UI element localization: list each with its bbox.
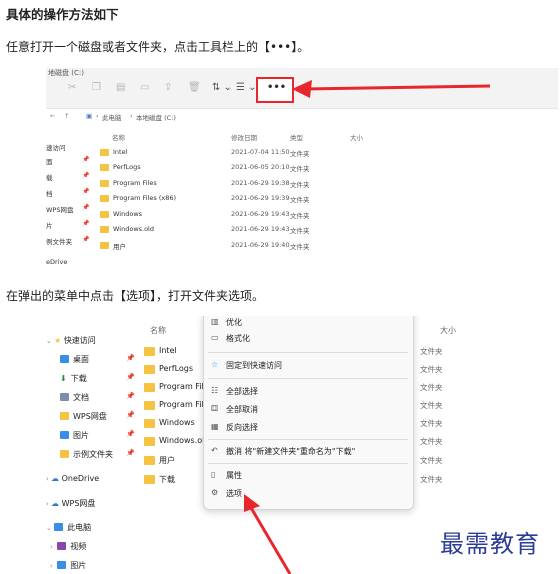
red-arrow-1	[292, 80, 491, 98]
explorer-screenshot-1: 地磁盘 (C:) ✂ ❐ ▤ ▭ ⇪ 🗑 ⇅ ⌄ ☰ ⌄ ••• ← ↑ ▣ ›…	[46, 68, 558, 270]
step1-text: 任意打开一个磁盘或者文件夹，点击工具栏上的【•••】。	[6, 40, 310, 54]
step2-text: 在弹出的菜单中点击【选项】，打开文件夹选项。	[6, 289, 265, 303]
arrow-shaft	[248, 505, 292, 574]
article-heading: 具体的操作方法如下	[6, 7, 119, 22]
arrow-head	[292, 80, 312, 98]
arrow-shaft	[303, 84, 491, 91]
watermark-logo: 最需教育	[440, 530, 540, 558]
